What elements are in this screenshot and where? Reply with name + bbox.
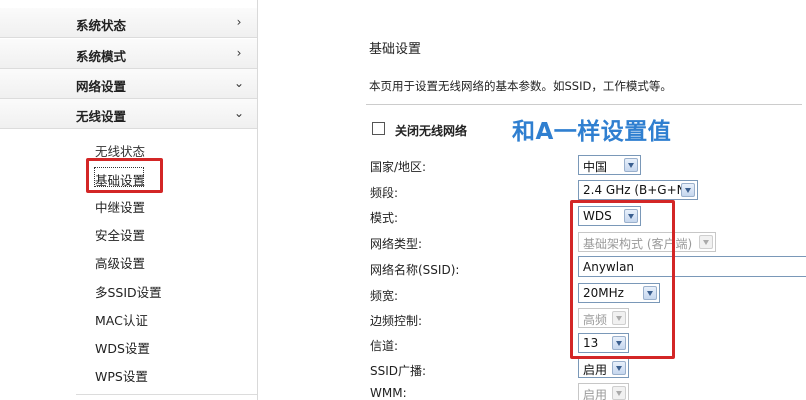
submenu-wds-settings[interactable]: WDS设置 [95,338,150,357]
chevron-down-icon: ⌄ [233,76,245,90]
wmm-value: 启用 [583,388,608,400]
menu-system-mode[interactable]: 系统模式 › [0,39,257,69]
mode-label: 模式: [370,211,399,225]
menu-label: 系统模式 [76,49,127,64]
submenu-mac-auth[interactable]: MAC认证 [95,310,148,329]
menu-network-settings[interactable]: 网络设置 ⌄ [0,69,257,99]
page-description: 本页用于设置无线网络的基本参数。如SSID，工作模式等。 [369,79,672,93]
submenu-advanced-settings[interactable]: 高级设置 [95,253,145,272]
page-title: 基础设置 [369,42,422,57]
sidebar: 系统状态 › 系统模式 › 网络设置 ⌄ 无线设置 ⌄ 无线状态 基础设置 中继… [0,0,258,400]
submenu-security-settings[interactable]: 安全设置 [95,225,145,244]
ssid-broadcast-value: 启用 [583,363,608,377]
dropdown-arrow-icon [612,386,626,400]
country-select[interactable]: 中国 [578,155,641,175]
disable-wifi-checkbox[interactable] [372,122,385,135]
dropdown-arrow-icon [681,183,695,197]
chevron-right-icon: › [236,46,242,60]
menu-system-status[interactable]: 系统状态 › [0,8,257,38]
network-type-label: 网络类型: [370,237,423,251]
divider [366,104,802,105]
dropdown-arrow-icon [699,235,713,249]
submenu-multi-ssid[interactable]: 多SSID设置 [95,282,162,301]
channel-label: 信道: [370,339,399,353]
band-value: 2.4 GHz (B+G+N) [583,183,691,197]
submenu-repeater-settings[interactable]: 中继设置 [95,197,145,216]
highlight-box-basic-settings [86,158,163,193]
wmm-label: WMM: [370,386,407,400]
menu-label: 网络设置 [76,79,127,94]
country-value: 中国 [583,160,608,174]
band-select[interactable]: 2.4 GHz (B+G+N) [578,180,698,200]
ssid-broadcast-select[interactable]: 启用 [578,358,629,378]
ssid-label: 网络名称(SSID): [370,263,460,277]
ssid-broadcast-label: SSID广播: [370,364,427,378]
menu-label: 无线设置 [76,109,127,124]
chevron-down-icon: ⌄ [233,106,245,120]
chevron-right-icon: › [236,15,242,29]
country-label: 国家/地区: [370,160,427,174]
band-label: 频段: [370,186,399,200]
dropdown-arrow-icon [612,361,626,375]
bandwidth-label: 频宽: [370,289,399,303]
submenu-wps-settings[interactable]: WPS设置 [95,366,148,385]
annotation-text: 和A一样设置值 [512,119,672,145]
divider [76,394,257,395]
dropdown-arrow-icon [624,158,638,172]
disable-wifi-label: 关闭无线网络 [395,124,468,138]
menu-wireless-settings[interactable]: 无线设置 ⌄ [0,99,257,129]
wmm-select[interactable]: 启用 [578,383,629,400]
sideband-label: 边频控制: [370,314,423,328]
menu-label: 系统状态 [76,18,127,33]
main-panel: 基础设置 本页用于设置无线网络的基本参数。如SSID，工作模式等。 关闭无线网络… [258,0,806,400]
highlight-box-wds-settings [570,200,675,359]
